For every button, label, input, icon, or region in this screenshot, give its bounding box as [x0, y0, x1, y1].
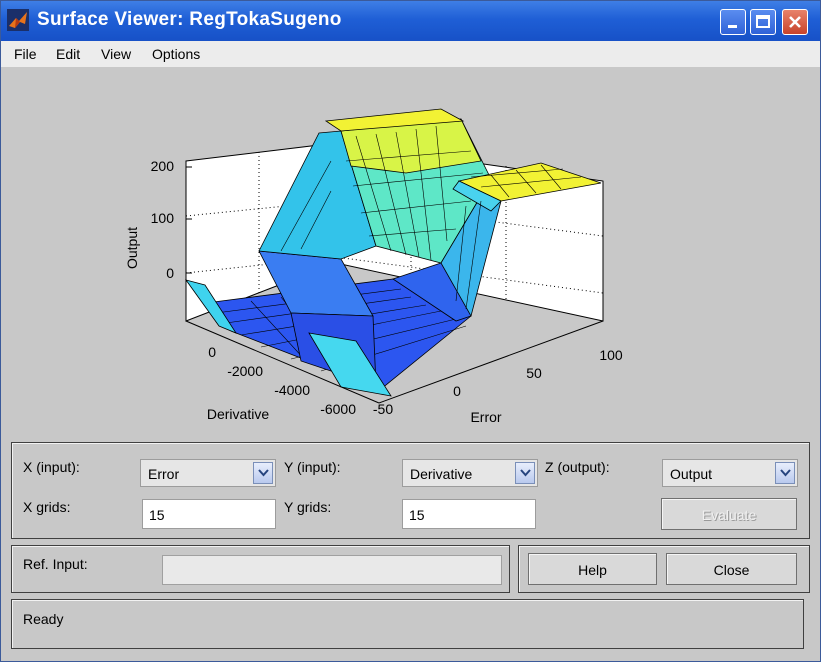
x-input-value: Error [148, 466, 180, 482]
close-button[interactable]: Close [666, 553, 797, 585]
menu-file[interactable]: File [14, 46, 37, 62]
minimize-icon [728, 25, 737, 28]
x-input-dropdown[interactable] [253, 462, 273, 484]
plot-area: 200 100 0 Output 0 -2000 -4000 -6000 Der… [1, 67, 820, 437]
menu-bar: File Edit View Options [1, 41, 820, 67]
x-tick-100: 100 [599, 347, 623, 363]
ref-input-label: Ref. Input: [23, 556, 88, 572]
x-axis-label: Error [470, 409, 501, 425]
matlab-logo-icon [7, 9, 29, 31]
y-input-dropdown[interactable] [515, 462, 535, 484]
maximize-icon [756, 15, 770, 28]
chevron-down-icon [780, 469, 791, 477]
title-bar[interactable]: Surface Viewer: RegTokaSugeno [1, 1, 820, 41]
x-grids-input[interactable]: 15 [142, 499, 276, 529]
help-button[interactable]: Help [528, 553, 657, 585]
surface-plot[interactable]: 200 100 0 Output 0 -2000 -4000 -6000 Der… [1, 67, 820, 437]
z-output-value: Output [670, 466, 713, 482]
evaluate-label: Evaluate [701, 507, 757, 523]
x-tick-0: 0 [453, 383, 461, 399]
ref-input-field[interactable] [162, 555, 502, 585]
close-window-button[interactable] [782, 9, 808, 35]
y-tick-2000: -2000 [227, 363, 263, 379]
y-tick-6000: -6000 [320, 401, 356, 417]
help-label: Help [578, 562, 607, 578]
chevron-down-icon [520, 469, 531, 477]
z-tick-200: 200 [151, 158, 175, 174]
z-output-label: Z (output): [545, 459, 610, 475]
axes-panel: X (input): Error Y (input): Derivative Z… [11, 442, 810, 539]
x-grids-label: X grids: [23, 499, 71, 515]
status-text: Ready [23, 611, 64, 627]
z-axis-label: Output [124, 227, 140, 269]
ref-input-panel: Ref. Input: [11, 545, 510, 593]
status-panel: Ready [11, 599, 804, 649]
evaluate-button[interactable]: Evaluate [661, 498, 797, 530]
surface-viewer-window: Surface Viewer: RegTokaSugeno File Edit … [0, 0, 821, 662]
chevron-down-icon [258, 469, 269, 477]
z-output-select[interactable]: Output [662, 459, 798, 487]
y-axis-label: Derivative [207, 406, 269, 422]
y-input-select[interactable]: Derivative [402, 459, 538, 487]
menu-edit[interactable]: Edit [56, 46, 80, 62]
window-title: Surface Viewer: RegTokaSugeno [37, 9, 342, 30]
y-grids-input[interactable]: 15 [402, 499, 536, 529]
z-tick-100: 100 [151, 210, 175, 226]
y-tick-4000: -4000 [274, 382, 310, 398]
maximize-button[interactable] [750, 9, 776, 35]
z-tick-0: 0 [166, 265, 174, 281]
close-icon [789, 16, 801, 28]
y-grids-label: Y grids: [284, 499, 332, 515]
x-tick-neg50: -50 [373, 401, 393, 417]
menu-view[interactable]: View [101, 46, 131, 62]
y-grids-value: 15 [409, 507, 425, 523]
y-tick-0: 0 [208, 344, 216, 360]
close-label: Close [713, 562, 750, 578]
x-grids-value: 15 [149, 507, 165, 523]
y-input-value: Derivative [410, 466, 473, 482]
x-input-select[interactable]: Error [140, 459, 276, 487]
z-output-dropdown[interactable] [775, 462, 795, 484]
buttons-panel: Help Close [518, 545, 810, 593]
x-input-label: X (input): [23, 459, 80, 475]
minimize-button[interactable] [720, 9, 746, 35]
menu-options[interactable]: Options [152, 46, 200, 62]
x-tick-50: 50 [526, 365, 542, 381]
y-input-label: Y (input): [284, 459, 341, 475]
